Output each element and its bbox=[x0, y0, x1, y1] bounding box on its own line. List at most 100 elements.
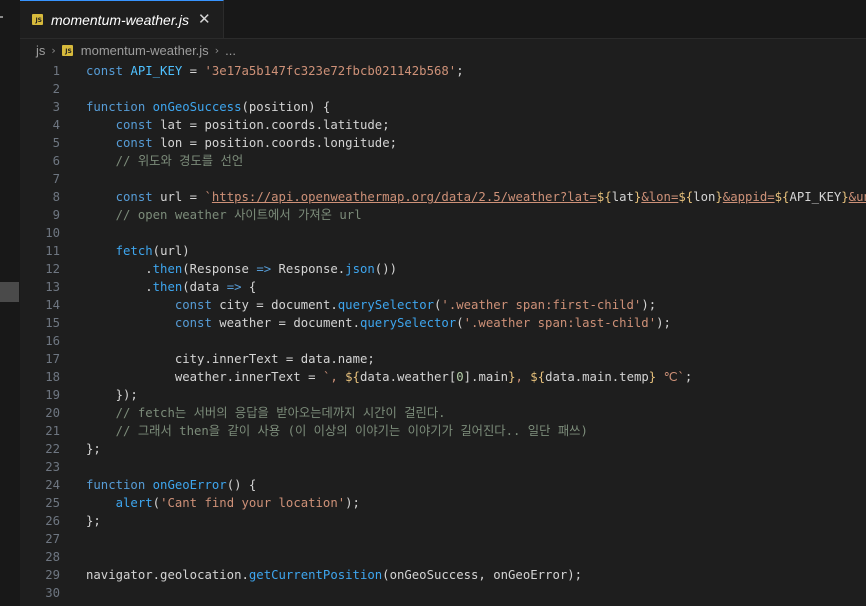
code-token: ) bbox=[182, 244, 190, 258]
line-code: function onGeoError() { bbox=[60, 476, 256, 494]
breadcrumb-more[interactable]: ... bbox=[225, 43, 236, 58]
strip-marker[interactable] bbox=[0, 282, 19, 302]
line-code: alert('Cant find your location'); bbox=[60, 494, 360, 512]
code-token: ${ bbox=[774, 190, 790, 204]
code-token: ; bbox=[389, 136, 398, 150]
code-token: weather bbox=[219, 316, 272, 330]
code-line[interactable]: 18 weather.innerText = `, ${data.weather… bbox=[20, 368, 866, 386]
code-line[interactable]: 22}; bbox=[20, 440, 866, 458]
line-number: 20 bbox=[45, 406, 60, 420]
code-token: weather bbox=[397, 370, 449, 384]
breadcrumb-folder[interactable]: js bbox=[36, 43, 45, 58]
line-number: 29 bbox=[45, 568, 60, 582]
chevron-right-icon: › bbox=[51, 43, 56, 57]
code-line[interactable]: 2 bbox=[20, 80, 866, 98]
code-editor[interactable]: 1 const API_KEY = '3e17a5b147fc323e72fbcb… bbox=[20, 62, 866, 606]
line-number: 16 bbox=[45, 334, 60, 348]
code-line[interactable]: 12 .then(Response => Response.json()) bbox=[20, 260, 866, 278]
code-line[interactable]: 11 fetch(url) bbox=[20, 242, 866, 260]
code-line[interactable]: 24 function onGeoError() { bbox=[20, 476, 866, 494]
line-number: 8 bbox=[52, 190, 60, 204]
code-token: const bbox=[115, 118, 153, 132]
code-token: coords bbox=[271, 136, 316, 150]
line-code: city.innerText = data.name; bbox=[60, 350, 375, 368]
code-token: onGeoError bbox=[152, 478, 227, 492]
code-token: . bbox=[315, 136, 323, 150]
code-token: querySelector bbox=[337, 298, 435, 312]
breadcrumb-file[interactable]: momentum-weather.js bbox=[81, 43, 209, 58]
code-token: data bbox=[300, 352, 331, 366]
code-line[interactable]: 7 bbox=[20, 170, 866, 188]
code-line[interactable]: 9 // open weather 사이트에서 가져온 url bbox=[20, 206, 866, 224]
code-token: then bbox=[152, 262, 183, 276]
line-number: 15 bbox=[45, 316, 60, 330]
line-code: .then(Response => Response.json()) bbox=[60, 260, 397, 278]
code-token: data bbox=[545, 370, 575, 384]
line-code: const city = document.querySelector('.we… bbox=[60, 296, 656, 314]
code-token: const bbox=[174, 316, 212, 330]
code-line[interactable]: 14 const city = document.querySelector('… bbox=[20, 296, 866, 314]
code-token: latitude bbox=[322, 118, 383, 132]
code-line[interactable]: 4 const lat = position.coords.latitude; bbox=[20, 116, 866, 134]
code-line[interactable]: 28 bbox=[20, 548, 866, 566]
code-line[interactable]: 10 bbox=[20, 224, 866, 242]
line-number: 19 bbox=[45, 388, 60, 402]
line-code: const url = `https://api.openweathermap.… bbox=[60, 188, 866, 206]
javascript-file-icon: JS bbox=[61, 44, 73, 56]
tab-momentum-weather[interactable]: JS momentum-weather.js ✕ bbox=[20, 0, 224, 38]
code-token: city bbox=[219, 298, 249, 312]
code-line[interactable]: 5 const lon = position.coords.longitude; bbox=[20, 134, 866, 152]
line-code: }; bbox=[60, 440, 101, 458]
code-line[interactable]: 29 navigator.geolocation.getCurrentPositi… bbox=[20, 566, 866, 584]
activity-strip bbox=[0, 0, 20, 606]
line-number: 4 bbox=[52, 118, 60, 132]
code-token: . bbox=[389, 370, 397, 384]
code-token: data bbox=[359, 370, 390, 384]
code-line[interactable]: 17 city.innerText = data.name; bbox=[20, 350, 866, 368]
code-line[interactable]: 1 const API_KEY = '3e17a5b147fc323e72fbcb… bbox=[20, 62, 866, 80]
code-line[interactable]: 8 const url = `https://api.openweatherma… bbox=[20, 188, 866, 206]
code-token: const bbox=[86, 64, 124, 78]
code-line[interactable]: 3 function onGeoSuccess(position) { bbox=[20, 98, 866, 116]
code-token: url bbox=[160, 190, 183, 204]
code-line[interactable]: 23 bbox=[20, 458, 866, 476]
code-line[interactable]: 30 bbox=[20, 584, 866, 602]
code-token: = bbox=[278, 352, 301, 366]
line-number: 6 bbox=[52, 154, 60, 168]
line-code: fetch(url) bbox=[60, 242, 190, 260]
close-icon[interactable]: ✕ bbox=[198, 12, 211, 27]
code-line[interactable]: 6 // 위도와 경도를 선언 bbox=[20, 152, 866, 170]
code-line[interactable]: 19 }); bbox=[20, 386, 866, 404]
code-token: position bbox=[204, 136, 264, 150]
code-line[interactable]: 25 alert('Cant find your location'); bbox=[20, 494, 866, 512]
line-number: 11 bbox=[45, 244, 60, 258]
code-token: &appid= bbox=[722, 190, 775, 204]
code-line[interactable]: 15 const weather = document.querySelecto… bbox=[20, 314, 866, 332]
code-line[interactable]: 16 bbox=[20, 332, 866, 350]
line-number: 27 bbox=[45, 532, 60, 546]
code-token: ${ bbox=[678, 190, 694, 204]
code-line[interactable]: 27 bbox=[20, 530, 866, 548]
code-token: }); bbox=[86, 388, 138, 402]
code-token: , bbox=[478, 568, 494, 582]
code-token: json bbox=[345, 262, 375, 276]
code-line[interactable]: 26}; bbox=[20, 512, 866, 530]
code-token: position bbox=[204, 118, 264, 132]
code-token: . bbox=[315, 118, 323, 132]
code-line[interactable]: 20 // fetch는 서버의 응답을 받아오는데까지 시간이 걸린다. bbox=[20, 404, 866, 422]
code-line[interactable]: 13 .then(data => { bbox=[20, 278, 866, 296]
code-token: lat bbox=[611, 190, 634, 204]
code-token: ( bbox=[241, 100, 249, 114]
code-line[interactable]: 21 // 그래서 then을 같이 사용 (이 이상의 이야기는 이야기가 길… bbox=[20, 422, 866, 440]
